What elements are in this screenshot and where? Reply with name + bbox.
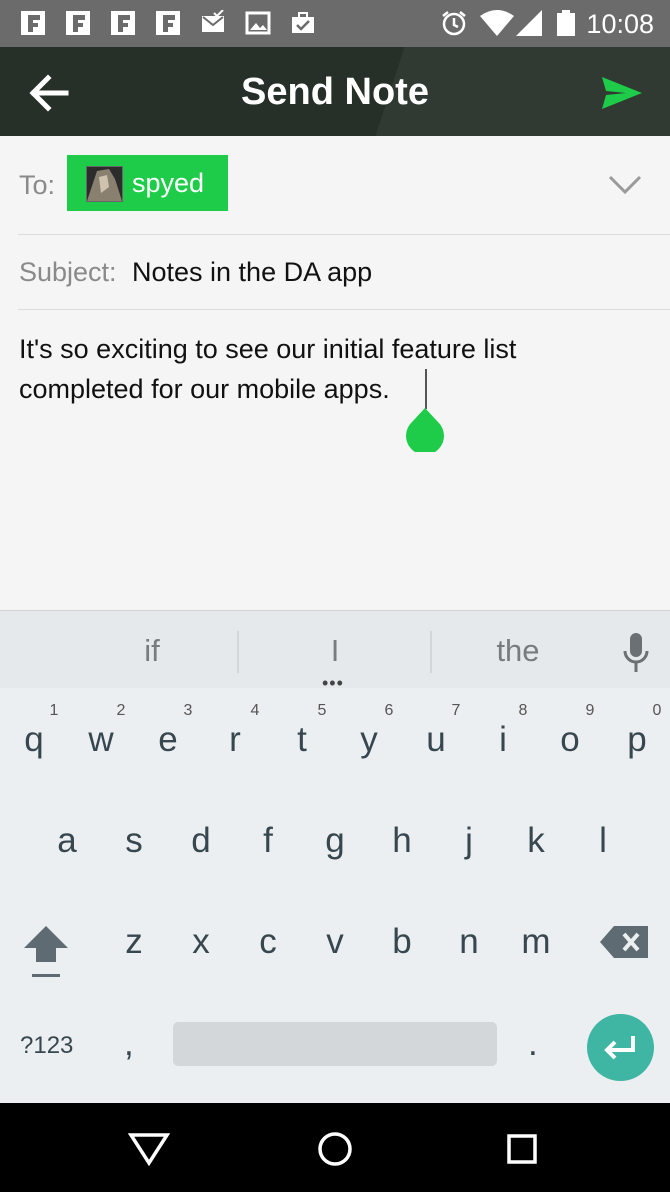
divider: [18, 309, 670, 310]
backspace-icon[interactable]: [600, 926, 648, 958]
key-m[interactable]: m: [506, 922, 566, 962]
subject-input[interactable]: Notes in the DA app: [132, 257, 372, 288]
key-v[interactable]: v: [305, 922, 365, 962]
suggestion-item[interactable]: if: [92, 633, 212, 669]
key-k[interactable]: k: [506, 821, 566, 861]
shift-icon[interactable]: [22, 922, 70, 980]
key-c[interactable]: c: [238, 922, 298, 962]
period-key[interactable]: .: [528, 1024, 538, 1064]
number-hint: 4: [250, 702, 260, 719]
enter-button[interactable]: [587, 1014, 654, 1081]
key-e[interactable]: e: [138, 720, 198, 760]
key-i[interactable]: i: [473, 720, 533, 760]
recipient-chip[interactable]: spyed: [67, 155, 228, 211]
flipboard-icon: [66, 11, 90, 35]
key-b[interactable]: b: [372, 922, 432, 962]
suggestion-strip: if I the •••: [0, 610, 670, 693]
microphone-icon[interactable]: [622, 633, 650, 675]
wifi-icon: [480, 10, 514, 36]
app-bar: Send Note: [0, 47, 670, 136]
key-d[interactable]: d: [171, 821, 231, 861]
signal-icon: [516, 10, 542, 36]
avatar: [86, 166, 123, 202]
key-h[interactable]: h: [372, 821, 432, 861]
key-p[interactable]: p: [607, 720, 667, 760]
space-bar[interactable]: [173, 1022, 497, 1066]
suggestion-item[interactable]: the: [458, 633, 578, 669]
number-hint: 8: [518, 702, 528, 719]
comma-key[interactable]: ,: [124, 1024, 134, 1064]
number-hint: 9: [585, 702, 595, 719]
number-hint: 3: [183, 702, 193, 719]
key-s[interactable]: s: [104, 821, 164, 861]
key-u[interactable]: u: [406, 720, 466, 760]
status-time: 10:08: [586, 9, 654, 39]
briefcase-check-icon: [292, 12, 314, 33]
key-o[interactable]: o: [540, 720, 600, 760]
key-l[interactable]: l: [573, 821, 633, 861]
text-cursor: [425, 369, 427, 409]
message-body-input[interactable]: It's so exciting to see our initial feat…: [19, 329, 639, 409]
image-icon: [245, 11, 271, 35]
back-triangle-icon[interactable]: [128, 1132, 170, 1166]
navigation-bar: [0, 1103, 670, 1192]
key-r[interactable]: r: [205, 720, 265, 760]
keyboard: if I the ••• 1 2 3 4 5 6 7 8 9 0 q w e r…: [0, 610, 670, 1103]
number-hint: 5: [317, 702, 327, 719]
send-icon[interactable]: [600, 75, 644, 111]
page-title: Send Note: [241, 71, 429, 113]
subject-label: Subject:: [19, 257, 117, 287]
symbols-key[interactable]: ?123: [20, 1032, 73, 1060]
number-hint: 7: [451, 702, 461, 719]
battery-icon: [557, 10, 575, 36]
flipboard-icon: [156, 11, 180, 35]
divider: [18, 234, 670, 235]
key-x[interactable]: x: [171, 922, 231, 962]
more-suggestions-icon[interactable]: •••: [322, 673, 344, 694]
key-j[interactable]: j: [439, 821, 499, 861]
flipboard-icon: [21, 11, 45, 35]
key-t[interactable]: t: [272, 720, 332, 760]
key-f[interactable]: f: [238, 821, 298, 861]
key-y[interactable]: y: [339, 720, 399, 760]
alarm-icon: [442, 11, 466, 36]
key-q[interactable]: q: [4, 720, 64, 760]
suggestion-item[interactable]: I: [275, 633, 395, 669]
enter-icon: [604, 1036, 635, 1060]
cursor-handle[interactable]: [406, 408, 444, 452]
chevron-down-icon[interactable]: [608, 174, 642, 196]
home-circle-icon[interactable]: [317, 1131, 353, 1167]
flipboard-icon: [111, 11, 135, 35]
mail-check-icon: [202, 10, 224, 32]
to-label: To:: [19, 170, 56, 200]
key-g[interactable]: g: [305, 821, 365, 861]
key-w[interactable]: w: [71, 720, 131, 760]
key-z[interactable]: z: [104, 922, 164, 962]
recipient-name: spyed: [132, 168, 205, 198]
number-hint: 1: [49, 702, 59, 719]
key-n[interactable]: n: [439, 922, 499, 962]
key-a[interactable]: a: [37, 821, 97, 861]
recents-square-icon[interactable]: [506, 1133, 538, 1165]
number-hint: 6: [384, 702, 394, 719]
number-hint: 2: [116, 702, 126, 719]
status-bar: 10:08: [0, 0, 670, 47]
number-hint: 0: [652, 702, 662, 719]
